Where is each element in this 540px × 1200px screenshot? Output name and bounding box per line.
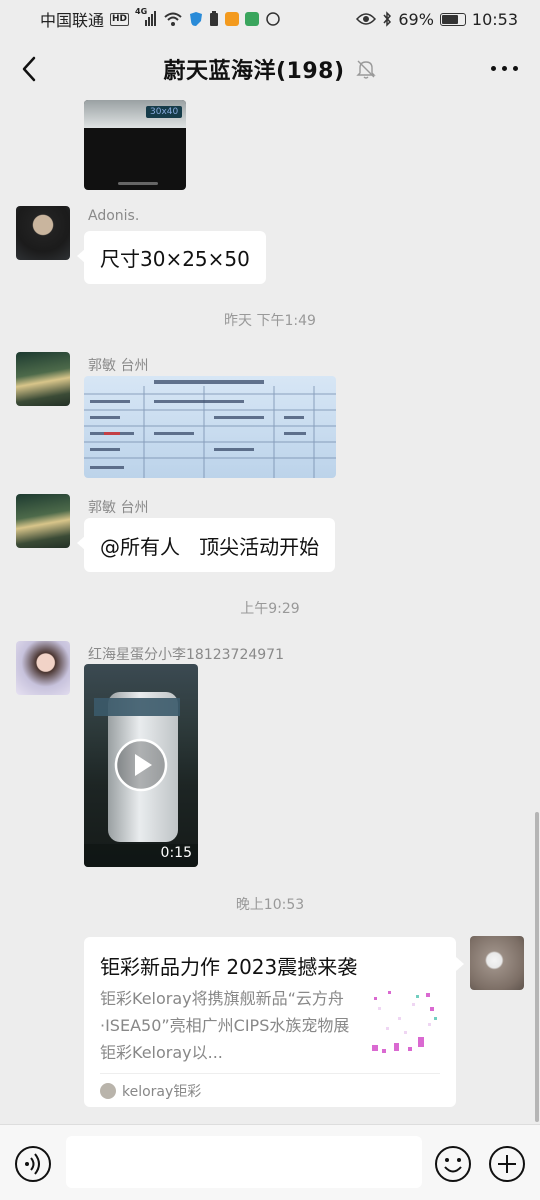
more-dots-icon[interactable] — [491, 66, 518, 71]
clock: 10:53 — [471, 9, 518, 29]
app-notification-icon — [225, 12, 240, 26]
message-text: @所有人 顶尖活动开始 — [100, 534, 320, 559]
bluetooth-icon — [383, 11, 392, 27]
app-notification-icon — [245, 12, 260, 26]
sender-name: 郭敏 台州 — [88, 500, 149, 516]
input-bar — [0, 1124, 540, 1200]
card-description: 钜彩Keloray将携旗舰新品“云方舟·ISEA50”亮相广州CIPS水族宠物展… — [100, 989, 350, 1062]
avatar[interactable] — [16, 494, 70, 548]
voice-icon[interactable] — [14, 1145, 52, 1183]
message-text: 尺寸30×25×50 — [100, 247, 250, 271]
sender-name: 红海星蛋分小李18123724971 — [88, 647, 284, 663]
scrollbar[interactable] — [535, 812, 539, 1122]
loading-circle-icon — [266, 12, 280, 26]
battery-icon — [439, 12, 466, 26]
emoji-icon[interactable] — [434, 1145, 472, 1183]
text-message[interactable]: @所有人 顶尖活动开始 — [76, 518, 336, 572]
link-card[interactable]: 钜彩新品力作 2023震撼来袭 钜彩Keloray将携旗舰新品“云方舟·ISEA… — [84, 937, 464, 1107]
avatar[interactable] — [16, 641, 70, 695]
card-thumbnail — [368, 987, 440, 1059]
chevron-left-icon[interactable] — [16, 54, 44, 84]
shield-icon — [190, 12, 203, 26]
bell-off-icon — [355, 60, 376, 79]
image-message[interactable] — [84, 376, 336, 478]
source-name: keloray钜彩 — [122, 1084, 202, 1100]
text-message[interactable]: 尺寸30×25×50 — [77, 231, 266, 284]
timestamp: 昨天 下午1:49 — [224, 313, 316, 329]
message-input[interactable] — [66, 1136, 422, 1188]
battery-alert-icon — [210, 11, 219, 26]
card-divider — [100, 1073, 440, 1074]
avatar[interactable] — [16, 206, 70, 260]
sender-name: Adonis. — [88, 208, 140, 224]
card-title: 钜彩新品力作 2023震撼来袭 — [100, 955, 358, 979]
video-message[interactable]: 0:15 — [84, 664, 198, 867]
avatar[interactable] — [470, 936, 524, 990]
timestamp: 上午9:29 — [240, 601, 300, 617]
status-bar: 中国联通 HD 4G 69% 10:53 — [0, 0, 540, 38]
chat-title: 蔚天蓝海洋(198) — [163, 59, 345, 84]
image-overlay-label: 30x40 — [146, 106, 183, 118]
timestamp: 晚上10:53 — [235, 897, 305, 913]
card-source[interactable]: keloray钜彩 — [100, 1081, 201, 1101]
video-duration: 0:15 — [160, 845, 192, 861]
sender-name: 郭敏 台州 — [88, 358, 149, 374]
carrier-label: 中国联通 — [40, 11, 105, 30]
chat-header: 蔚天蓝海洋(198) — [0, 38, 540, 100]
plus-icon[interactable] — [488, 1145, 526, 1183]
battery-percent: 69% — [398, 9, 434, 29]
avatar[interactable] — [16, 352, 70, 406]
image-message[interactable]: 30x40 — [84, 100, 186, 190]
play-icon[interactable] — [114, 738, 168, 792]
wifi-icon — [164, 12, 182, 26]
eye-icon — [356, 13, 377, 25]
source-logo-icon — [100, 1083, 116, 1099]
hd-badge: HD — [110, 12, 130, 26]
signal-icon: 4G — [135, 7, 157, 27]
